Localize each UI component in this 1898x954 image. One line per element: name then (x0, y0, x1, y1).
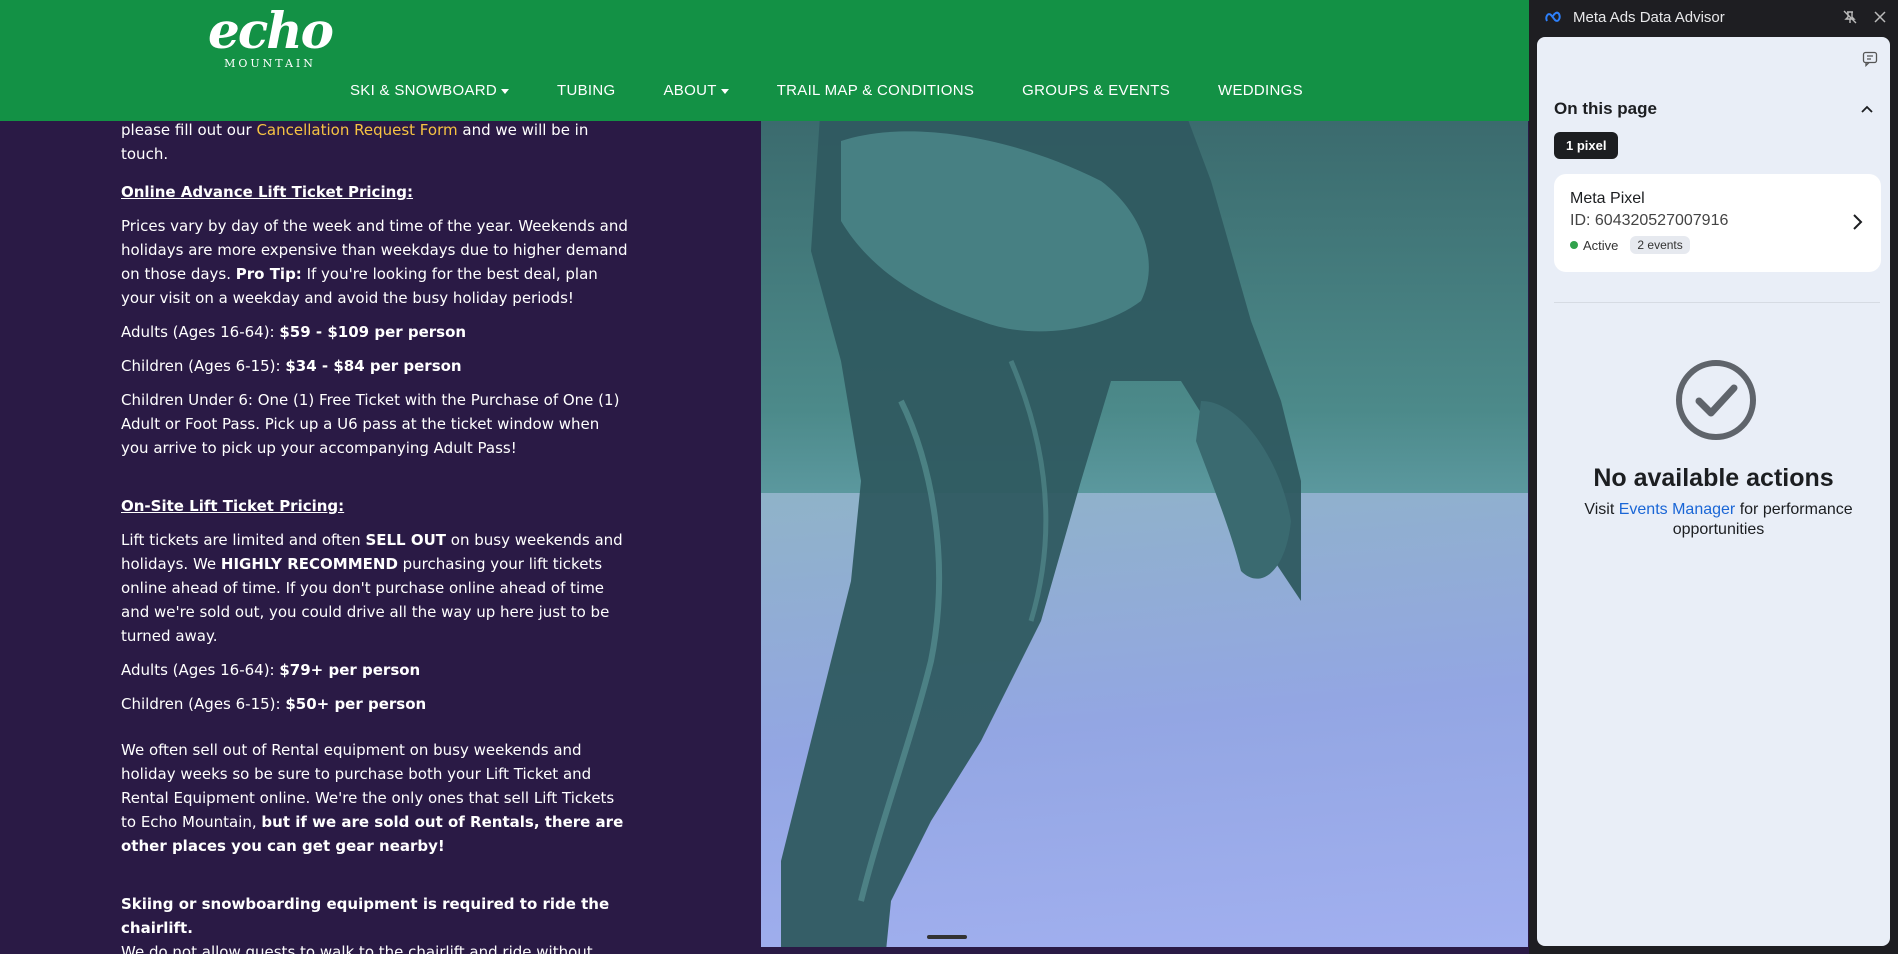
online-adults-price: Adults (Ages 16-64): $59 - $109 per pers… (121, 320, 631, 344)
caret-down-icon (501, 89, 510, 94)
nav-about[interactable]: ABOUT (664, 82, 729, 99)
status-badge: Active (1583, 237, 1619, 253)
pixel-count-badge[interactable]: 1 pixel (1554, 132, 1619, 159)
online-children-value: $34 - $84 per person (285, 357, 462, 375)
pixel-status-row: Active 2 events (1570, 236, 1865, 254)
online-adults-label: Adults (Ages 16-64): (121, 323, 280, 341)
online-adults-value: $59 - $109 per person (279, 323, 467, 341)
main-nav: SKI & SNOWBOARD TUBING ABOUT TRAIL MAP &… (350, 82, 1351, 99)
on-this-page-header[interactable]: On this page (1554, 99, 1873, 119)
nav-label: TUBING (557, 82, 616, 99)
onsite-pricing-description: Lift tickets are limited and often SELL … (121, 528, 631, 648)
nav-groups-events[interactable]: GROUPS & EVENTS (1022, 82, 1170, 99)
sell-out-emphasis: SELL OUT (365, 531, 447, 549)
online-pricing-heading: Online Advance Lift Ticket Pricing: (121, 183, 414, 201)
feedback-icon[interactable] (1862, 51, 1878, 67)
events-count-badge: 2 events (1630, 236, 1690, 254)
online-children-label: Children (Ages 6-15): (121, 357, 286, 375)
logo-subtitle: MOUNTAIN (224, 57, 316, 70)
online-children-price: Children (Ages 6-15): $34 - $84 per pers… (121, 354, 631, 378)
cancellation-paragraph: please fill out our Cancellation Request… (121, 118, 631, 166)
cancellation-request-form-link[interactable]: Cancellation Request Form (256, 121, 457, 139)
cancel-text: please fill out our (121, 121, 257, 139)
onsite-adults-price: Adults (Ages 16-64): $79+ per person (121, 658, 631, 682)
onsite-children-value: $50+ per person (285, 695, 427, 713)
nav-label: GROUPS & EVENTS (1022, 82, 1171, 99)
nav-weddings[interactable]: WEDDINGS (1218, 82, 1303, 99)
chevron-right-icon (1853, 214, 1863, 230)
scroll-handle[interactable] (927, 935, 967, 939)
equipment-required-text: We do not allow guests to walk to the ch… (121, 943, 593, 954)
logo-wordmark: echo (208, 1, 334, 60)
meta-icon (1545, 11, 1561, 22)
close-icon[interactable] (1872, 9, 1888, 25)
caret-down-icon (720, 89, 729, 94)
onsite-pricing-heading: On-Site Lift Ticket Pricing: (121, 497, 345, 515)
rental-info: We often sell out of Rental equipment on… (121, 738, 631, 858)
section-divider (1554, 302, 1880, 303)
highly-recommend-emphasis: HIGHLY RECOMMEND (220, 555, 398, 573)
meta-pixel-card[interactable]: Meta Pixel ID: 604320527007916 Active 2 … (1554, 174, 1881, 272)
echo-mountain-logo[interactable]: echo MOUNTAIN (206, 1, 334, 71)
pixel-name: Meta Pixel (1570, 190, 1645, 207)
nav-label: SKI & SNOWBOARD (350, 82, 498, 99)
nav-label: TRAIL MAP & CONDITIONS (776, 82, 975, 99)
empty-text-pre: Visit (1584, 501, 1619, 518)
onsite-children-price: Children (Ages 6-15): $50+ per person (121, 692, 631, 716)
onsite-adults-label: Adults (Ages 16-64): (121, 661, 280, 679)
pro-tip-label: Pro Tip: (235, 265, 302, 283)
status-dot-icon (1570, 241, 1578, 249)
panel-title: Meta Ads Data Advisor (1573, 8, 1725, 26)
onsite-children-label: Children (Ages 6-15): (121, 695, 286, 713)
under-six-info: Children Under 6: One (1) Free Ticket wi… (121, 391, 620, 457)
check-circle-icon (1676, 360, 1756, 440)
ticket-info-content: please fill out our Cancellation Request… (121, 118, 631, 954)
nav-label: WEDDINGS (1218, 82, 1303, 99)
equipment-required-info: Skiing or snowboarding equipment is requ… (121, 892, 631, 954)
nav-ski-snowboard[interactable]: SKI & SNOWBOARD (350, 82, 510, 99)
events-manager-link[interactable]: Events Manager (1619, 501, 1736, 518)
meta-ads-advisor-panel: Meta Ads Data Advisor On this page 1 pix… (1529, 0, 1898, 954)
chevron-up-icon[interactable] (1861, 105, 1873, 113)
empty-state-text: Visit Events Manager for performance opp… (1577, 500, 1860, 540)
site-header: echo MOUNTAIN SKI & SNOWBOARD TUBING ABO… (0, 0, 1529, 121)
panel-body: On this page 1 pixel Meta Pixel ID: 6043… (1537, 37, 1890, 946)
online-pricing-description: Prices vary by day of the week and time … (121, 214, 631, 310)
nav-label: ABOUT (663, 82, 717, 99)
panel-titlebar: Meta Ads Data Advisor (1529, 0, 1898, 34)
onsite-desc-a: Lift tickets are limited and often (121, 531, 366, 549)
nav-tubing[interactable]: TUBING (557, 82, 615, 99)
unpin-icon[interactable] (1842, 9, 1858, 25)
nav-trail-map[interactable]: TRAIL MAP & CONDITIONS (777, 82, 974, 99)
equipment-required-bold: Skiing or snowboarding equipment is requ… (121, 895, 610, 937)
website-viewport: please fill out our Cancellation Request… (0, 0, 1529, 954)
empty-state-title: No available actions (1593, 464, 1834, 492)
section-title: On this page (1554, 99, 1657, 118)
onsite-adults-value: $79+ per person (279, 661, 421, 679)
pixel-id: ID: 604320527007916 (1570, 212, 1729, 229)
snowboarder-photo (761, 121, 1528, 947)
snowboarder-figure (781, 121, 1301, 947)
